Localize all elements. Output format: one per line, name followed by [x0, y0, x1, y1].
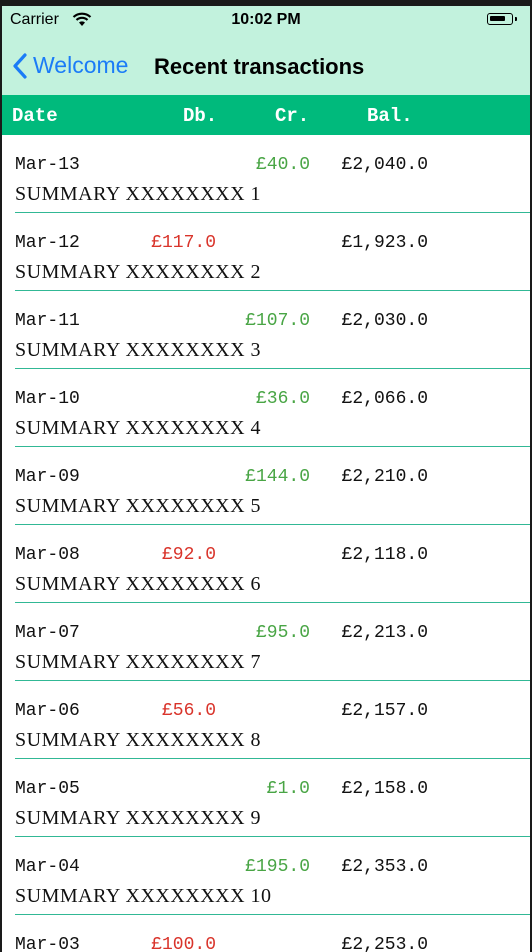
column-header-credit: Cr. — [275, 105, 310, 127]
transaction-list[interactable]: Mar-13 £40.0 £2,040.0 SUMMARY XXXXXXXX 1… — [2, 135, 530, 952]
row-credit: £95.0 — [255, 623, 310, 643]
row-balance: £2,210.0 — [341, 467, 428, 487]
table-row[interactable]: Mar-08 £92.0 £2,118.0 SUMMARY XXXXXXXX 6 — [2, 525, 530, 603]
table-row[interactable]: Mar-05 £1.0 £2,158.0 SUMMARY XXXXXXXX 9 — [2, 759, 530, 837]
row-balance: £2,066.0 — [341, 389, 428, 409]
row-summary: SUMMARY XXXXXXXX 2 — [15, 261, 262, 283]
back-button[interactable]: Welcome — [12, 52, 128, 79]
page-title: Recent transactions — [154, 54, 365, 79]
row-summary: SUMMARY XXXXXXXX 8 — [15, 729, 262, 751]
top-bar: Carrier 10:02 PM Welcome Recent transact… — [2, 6, 530, 95]
table-row[interactable]: Mar-10 £36.0 £2,066.0 SUMMARY XXXXXXXX 4 — [2, 369, 530, 447]
row-date: Mar-09 — [15, 467, 80, 487]
row-summary: SUMMARY XXXXXXXX 10 — [15, 885, 272, 907]
row-date: Mar-05 — [15, 779, 80, 799]
row-balance: £1,923.0 — [341, 233, 428, 253]
row-debit: £92.0 — [161, 545, 216, 565]
row-summary: SUMMARY XXXXXXXX 4 — [15, 417, 262, 439]
status-bar: Carrier 10:02 PM — [2, 6, 530, 34]
row-summary: SUMMARY XXXXXXXX 5 — [15, 495, 262, 517]
table-row[interactable]: Mar-13 £40.0 £2,040.0 SUMMARY XXXXXXXX 1 — [2, 135, 530, 213]
column-header-balance: Bal. — [367, 105, 413, 127]
table-row[interactable]: Mar-07 £95.0 £2,213.0 SUMMARY XXXXXXXX 7 — [2, 603, 530, 681]
table-row[interactable]: Mar-11 £107.0 £2,030.0 SUMMARY XXXXXXXX … — [2, 291, 530, 369]
row-balance: £2,253.0 — [341, 935, 428, 952]
row-date: Mar-11 — [15, 311, 80, 331]
row-credit: £144.0 — [245, 467, 310, 487]
clock: 10:02 PM — [231, 11, 301, 28]
row-balance: £2,040.0 — [341, 155, 428, 175]
row-date: Mar-10 — [15, 389, 80, 409]
table-row[interactable]: Mar-06 £56.0 £2,157.0 SUMMARY XXXXXXXX 8 — [2, 681, 530, 759]
row-summary: SUMMARY XXXXXXXX 1 — [15, 183, 262, 205]
row-date: Mar-13 — [15, 155, 80, 175]
row-balance: £2,158.0 — [341, 779, 428, 799]
navigation-bar: Welcome Recent transactions — [2, 44, 530, 88]
row-date: Mar-08 — [15, 545, 80, 565]
row-balance: £2,157.0 — [341, 701, 428, 721]
row-balance: £2,030.0 — [341, 311, 428, 331]
row-credit: £36.0 — [255, 389, 310, 409]
battery-icon — [487, 13, 517, 25]
row-summary: SUMMARY XXXXXXXX 9 — [15, 807, 262, 829]
row-credit: £1.0 — [266, 779, 310, 799]
row-date: Mar-07 — [15, 623, 80, 643]
chevron-left-icon — [13, 52, 27, 79]
row-balance: £2,353.0 — [341, 857, 428, 877]
row-balance: £2,213.0 — [341, 623, 428, 643]
column-header-debit: Db. — [183, 105, 218, 127]
row-debit: £117.0 — [151, 233, 216, 253]
row-date: Mar-12 — [15, 233, 80, 253]
row-debit: £56.0 — [161, 701, 216, 721]
row-date: Mar-04 — [15, 857, 80, 877]
table-header: Date Db. Cr. Bal. — [2, 95, 530, 135]
row-credit: £107.0 — [245, 311, 310, 331]
row-credit: £40.0 — [255, 155, 310, 175]
table-row[interactable]: Mar-04 £195.0 £2,353.0 SUMMARY XXXXXXXX … — [2, 837, 530, 915]
row-balance: £2,118.0 — [341, 545, 428, 565]
row-date: Mar-03 — [15, 935, 80, 952]
row-summary: SUMMARY XXXXXXXX 6 — [15, 573, 262, 595]
row-debit: £100.0 — [151, 935, 216, 952]
table-row[interactable]: Mar-09 £144.0 £2,210.0 SUMMARY XXXXXXXX … — [2, 447, 530, 525]
column-header-date: Date — [12, 105, 58, 127]
phone-screen: Carrier 10:02 PM Welcome Recent transact… — [2, 6, 530, 952]
row-credit: £195.0 — [245, 857, 310, 877]
row-summary: SUMMARY XXXXXXXX 7 — [15, 651, 262, 673]
table-row[interactable]: Mar-03 £100.0 £2,253.0 — [2, 915, 530, 952]
row-date: Mar-06 — [15, 701, 80, 721]
back-button-label: Welcome — [33, 52, 129, 78]
table-row[interactable]: Mar-12 £117.0 £1,923.0 SUMMARY XXXXXXXX … — [2, 213, 530, 291]
row-summary: SUMMARY XXXXXXXX 3 — [15, 339, 262, 361]
